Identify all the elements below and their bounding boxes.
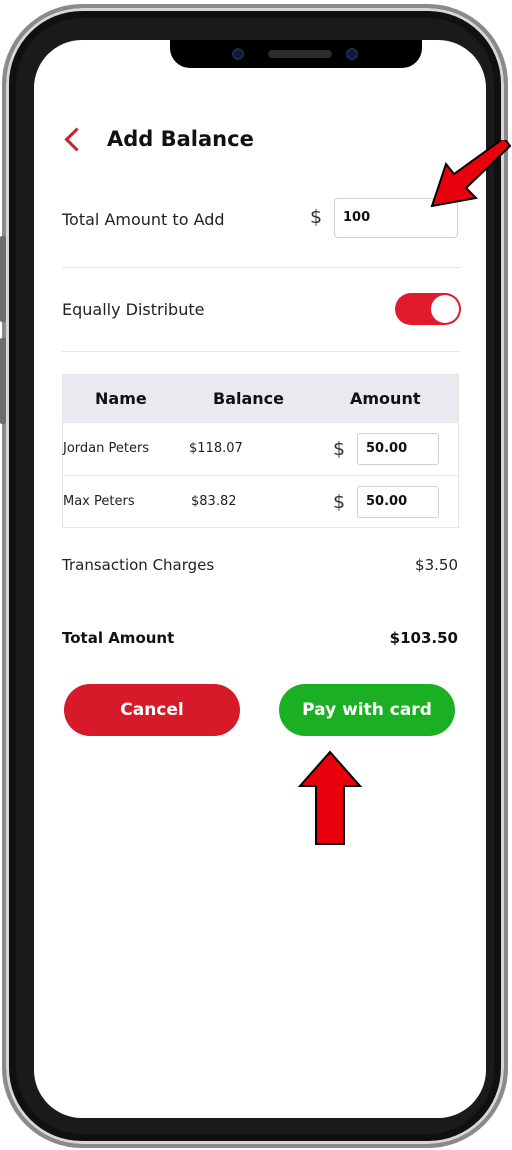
total-amount-summary-label: Total Amount xyxy=(62,629,175,647)
total-amount-summary-value: $103.50 xyxy=(389,629,458,647)
camera-icon xyxy=(232,48,244,60)
transaction-charges-value: $3.50 xyxy=(415,556,458,574)
camera-icon xyxy=(346,48,358,60)
divider xyxy=(62,351,460,352)
annotation-arrow-icon xyxy=(430,140,512,208)
header: Add Balance xyxy=(64,124,254,154)
member-balance: $83.82 xyxy=(191,494,237,509)
toggle-knob xyxy=(431,295,459,323)
equally-distribute-label: Equally Distribute xyxy=(62,300,205,319)
member-amount-input[interactable]: 50.00 xyxy=(357,433,439,465)
pay-with-card-button[interactable]: Pay with card xyxy=(279,684,455,736)
currency-symbol: $ xyxy=(333,491,346,513)
phone-side-button xyxy=(0,236,6,322)
phone-side-button xyxy=(0,338,6,424)
member-name: Jordan Peters xyxy=(63,441,150,456)
equally-distribute-toggle[interactable] xyxy=(395,293,461,325)
distribution-table: Name Balance Amount Jordan Peters $118.0… xyxy=(62,374,459,528)
table-header: Name Balance Amount xyxy=(63,375,458,423)
chevron-left-icon[interactable] xyxy=(64,126,89,152)
annotation-arrow-icon xyxy=(298,750,362,845)
column-header-name: Name xyxy=(95,389,147,408)
phone-screen: Add Balance Total Amount to Add $ 100 Eq… xyxy=(34,40,486,1118)
member-amount-input[interactable]: 50.00 xyxy=(357,486,439,518)
currency-symbol: $ xyxy=(310,206,323,228)
notch xyxy=(170,40,422,68)
column-header-balance: Balance xyxy=(213,389,284,408)
column-header-amount: Amount xyxy=(350,389,421,408)
member-name: Max Peters xyxy=(63,494,135,509)
divider xyxy=(62,267,460,268)
currency-symbol: $ xyxy=(333,438,346,460)
member-balance: $118.07 xyxy=(189,441,243,456)
table-row: Jordan Peters $118.07 $ 50.00 xyxy=(63,423,458,475)
page-title: Add Balance xyxy=(107,127,254,151)
transaction-charges-label: Transaction Charges xyxy=(62,556,215,574)
speaker xyxy=(268,50,332,58)
cancel-button[interactable]: Cancel xyxy=(64,684,240,736)
total-amount-label: Total Amount to Add xyxy=(62,210,225,229)
table-row: Max Peters $83.82 $ 50.00 xyxy=(63,476,458,528)
